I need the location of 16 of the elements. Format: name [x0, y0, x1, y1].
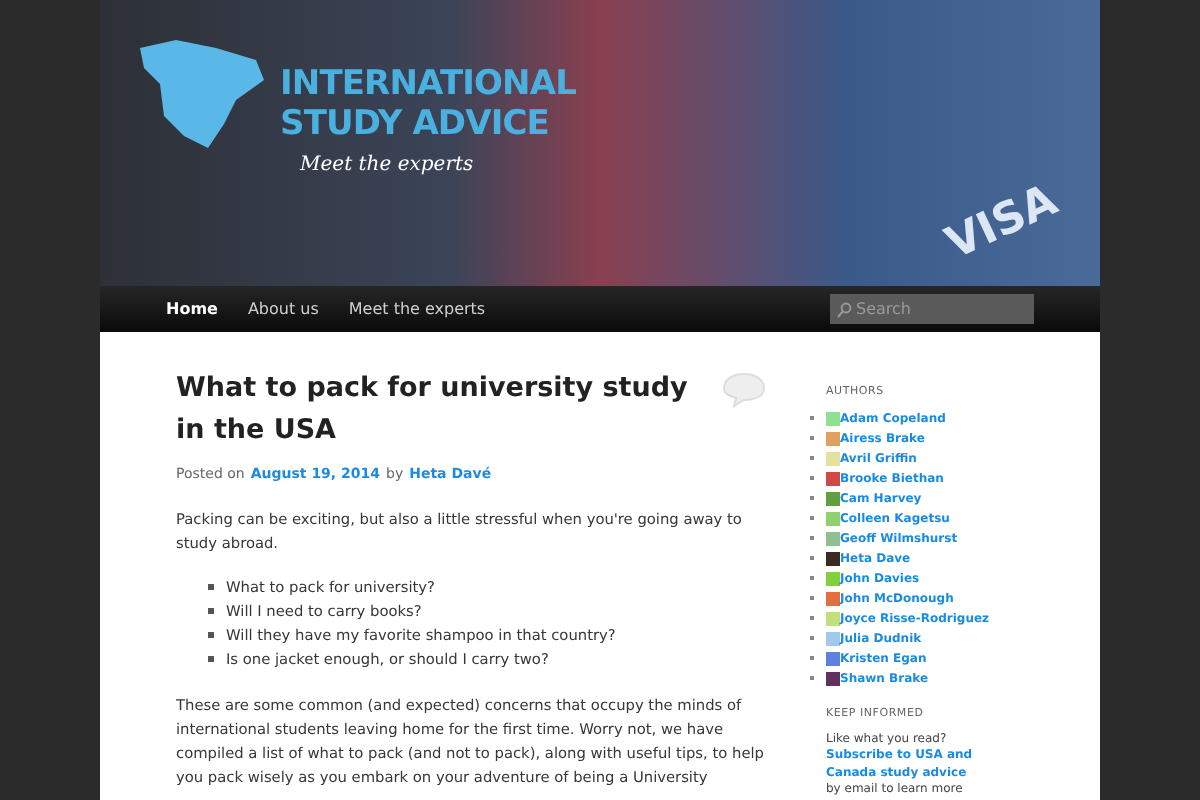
bullet-icon — [208, 608, 214, 614]
bullet-icon — [208, 632, 214, 638]
map-icon — [136, 36, 268, 152]
nav-link[interactable]: Home — [166, 297, 218, 321]
bullet-icon — [208, 656, 214, 662]
nav-link[interactable]: Meet the experts — [348, 297, 486, 321]
search-icon — [836, 302, 852, 318]
nav-link[interactable]: About us — [247, 297, 319, 321]
visa-text: VISA — [936, 173, 1068, 275]
bullet-icon — [208, 584, 214, 590]
logo-text: INTERNATIONAL — [280, 64, 576, 104]
comment-bubble-icon[interactable] — [722, 372, 766, 408]
search-field[interactable]: Search — [830, 294, 1034, 324]
logo-text: STUDY ADVICE — [280, 104, 551, 144]
post-title: What to pack for university study in the USA — [176, 370, 690, 450]
tagline: Meet the experts — [300, 152, 476, 180]
